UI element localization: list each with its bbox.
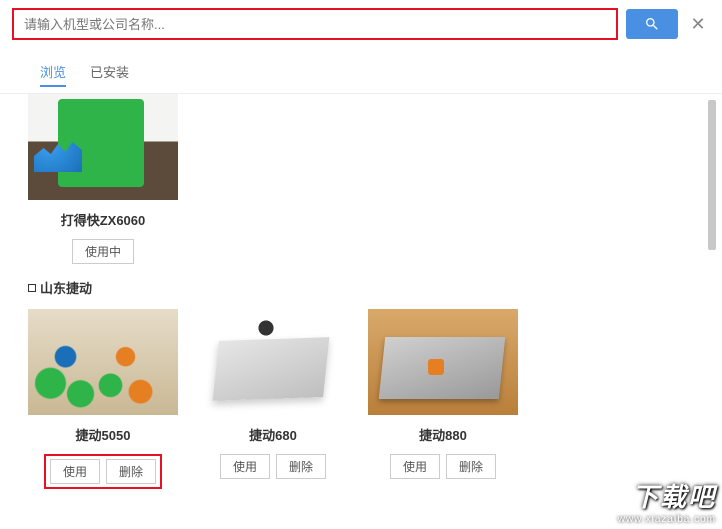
content-scroll[interactable]: 打得快ZX6060 使用中 山东捷动 捷动5050 使用 删除 捷动68 (28, 94, 694, 524)
button-row-highlight: 使用 删除 (44, 454, 162, 489)
tab-browse[interactable]: 浏览 (40, 58, 66, 87)
device-card: 捷动5050 使用 删除 (28, 309, 178, 489)
device-thumbnail[interactable] (368, 309, 518, 415)
device-thumbnail[interactable] (28, 309, 178, 415)
device-title: 捷动880 (419, 425, 467, 444)
scrollbar-thumb[interactable] (708, 100, 716, 250)
search-icon (644, 16, 660, 32)
section-header: 山东捷动 (28, 278, 694, 297)
tab-installed[interactable]: 已安装 (90, 58, 129, 87)
use-button[interactable]: 使用 (50, 459, 100, 484)
delete-button[interactable]: 删除 (446, 454, 496, 479)
close-button[interactable]: ✕ (686, 12, 710, 36)
delete-button[interactable]: 删除 (276, 454, 326, 479)
device-card: 捷动880 使用 删除 (368, 309, 518, 489)
tabs-bar: 浏览 已安装 (0, 48, 722, 94)
use-button[interactable]: 使用 (390, 454, 440, 479)
search-input[interactable] (14, 10, 616, 38)
section-marker-icon (28, 284, 36, 292)
device-title: 捷动680 (249, 425, 297, 444)
device-card: 打得快ZX6060 使用中 (28, 94, 178, 264)
search-button[interactable] (626, 9, 678, 39)
search-input-highlight (12, 8, 618, 40)
status-in-use-button[interactable]: 使用中 (72, 239, 134, 264)
device-card: 捷动680 使用 删除 (198, 309, 348, 489)
close-icon: ✕ (690, 14, 705, 35)
device-thumbnail[interactable] (28, 94, 178, 200)
section-title: 山东捷动 (40, 278, 92, 297)
use-button[interactable]: 使用 (220, 454, 270, 479)
delete-button[interactable]: 删除 (106, 459, 156, 484)
device-thumbnail[interactable] (198, 309, 348, 415)
device-title: 打得快ZX6060 (61, 210, 146, 229)
device-title: 捷动5050 (76, 425, 131, 444)
